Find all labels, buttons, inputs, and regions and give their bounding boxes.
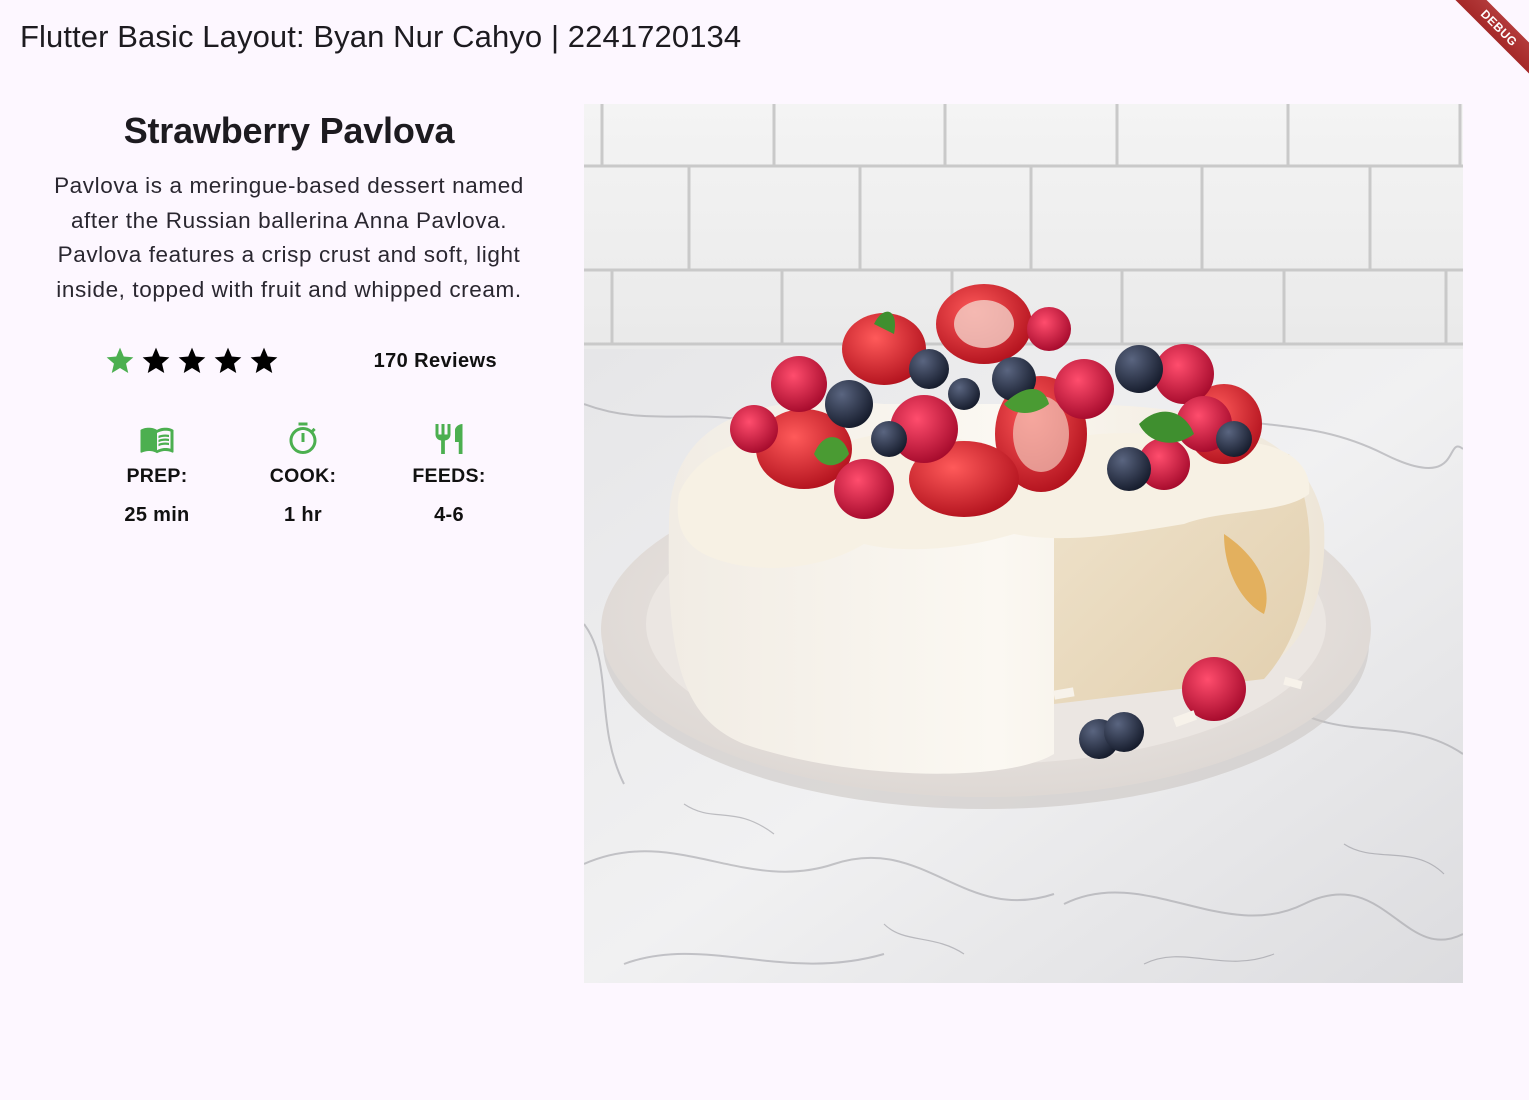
cook-value: 1 hr <box>284 504 322 526</box>
app-bar-title: Flutter Basic Layout: Byan Nur Cahyo | 2… <box>20 19 742 54</box>
cook-label: COOK: <box>269 465 337 487</box>
pavlova-photo <box>584 104 1463 983</box>
pavlova-image <box>584 104 1463 983</box>
prep-value: 25 min <box>124 504 190 526</box>
rating-row: 170 Reviews <box>20 345 558 377</box>
app-bar: Flutter Basic Layout: Byan Nur Cahyo | 2… <box>0 0 1529 76</box>
info-feeds: FEEDS: 4-6 <box>376 421 522 527</box>
star-icon <box>106 347 134 373</box>
star-icon <box>250 347 278 373</box>
prep-label: PREP: <box>126 465 188 487</box>
recipe-title: Strawberry Pavlova <box>123 110 455 151</box>
recipe-description: Pavlova is a meringue-based dessert name… <box>54 173 524 302</box>
star-icon <box>142 347 170 373</box>
star-rating <box>104 345 280 377</box>
info-cook: COOK: 1 hr <box>230 421 376 527</box>
book-icon <box>140 427 174 454</box>
reviews-count: 170 Reviews <box>373 349 497 372</box>
recipe-info-row: PREP: 25 min COOK: 1 hr FEEDS: 4-6 <box>20 421 558 527</box>
info-prep: PREP: 25 min <box>84 421 230 527</box>
app-root: Flutter Basic Layout: Byan Nur Cahyo | 2… <box>0 0 1529 1100</box>
restaurant-icon <box>435 424 463 454</box>
star-icon <box>214 347 242 373</box>
timer-icon <box>289 422 317 454</box>
feeds-label: FEEDS: <box>412 465 486 487</box>
feeds-value: 4-6 <box>434 504 464 526</box>
star-icon <box>178 347 206 373</box>
recipe-details: Strawberry Pavlova Pavlova is a meringue… <box>20 104 558 527</box>
